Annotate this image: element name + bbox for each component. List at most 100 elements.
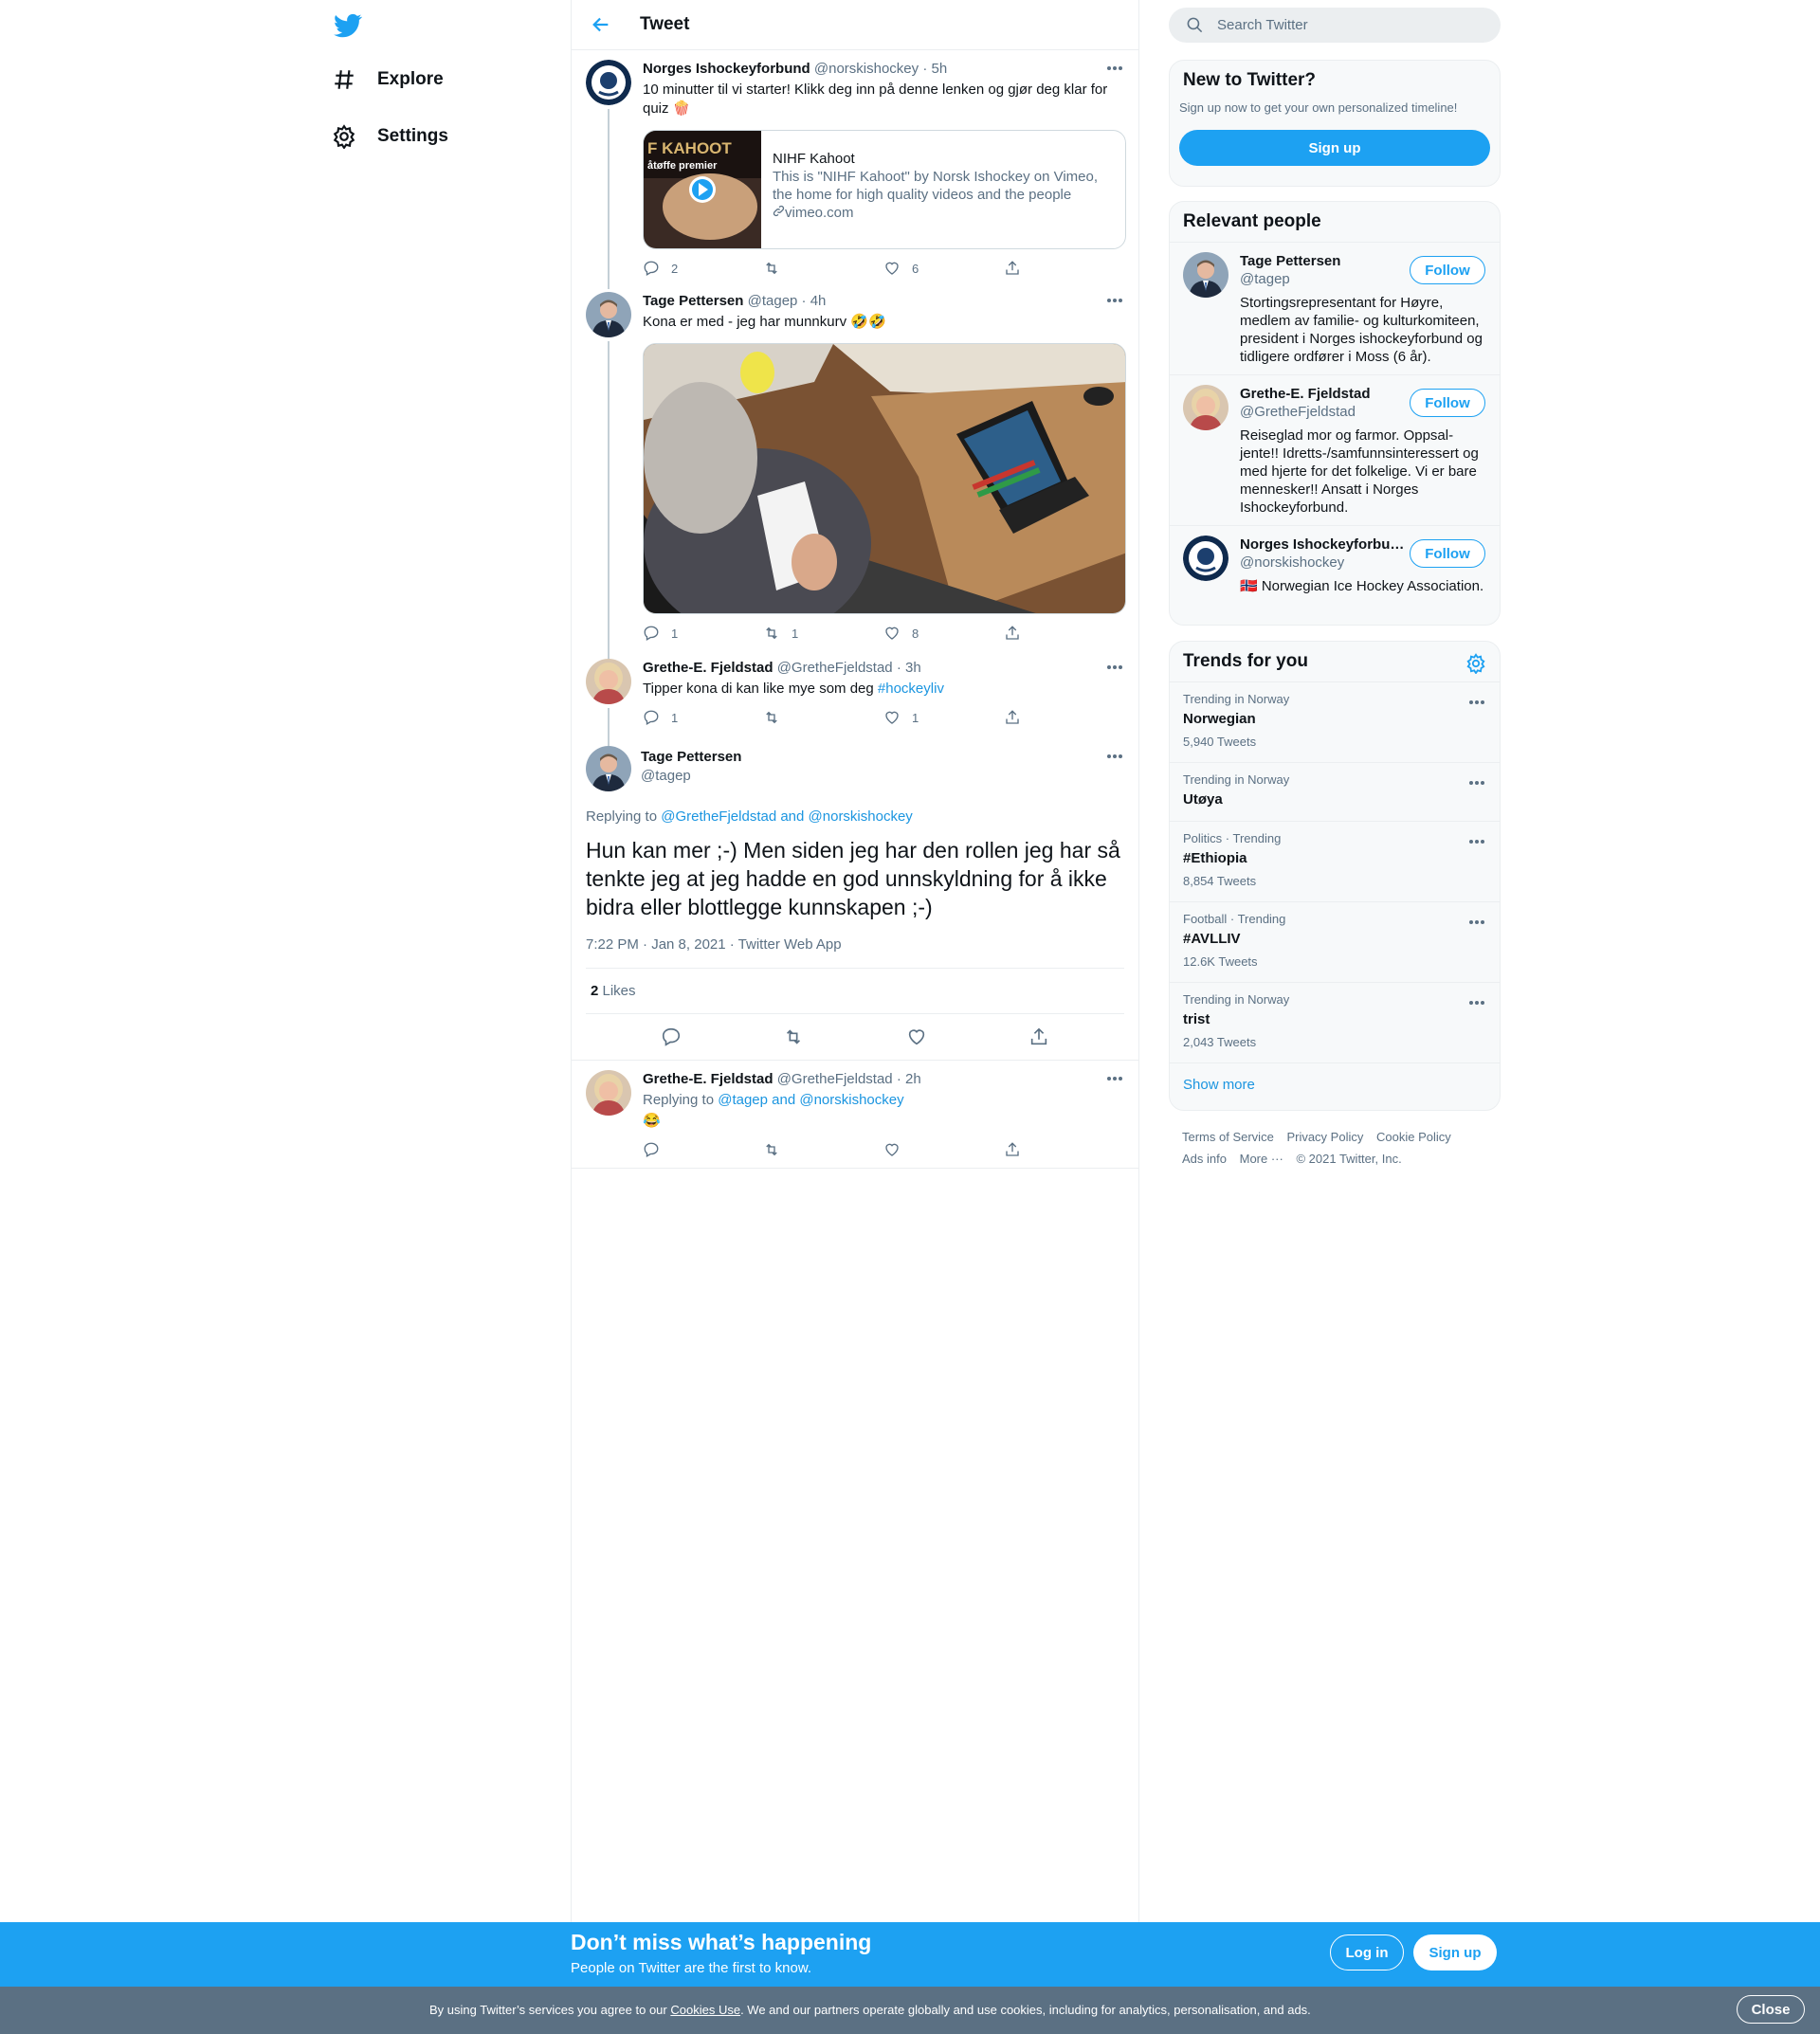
person-name[interactable]: Norges Ishockeyforbund — [1240, 536, 1406, 554]
trend-item[interactable]: Trending in Norway trist 2,043 Tweets — [1170, 982, 1500, 1062]
avatar[interactable] — [586, 1070, 631, 1116]
trend-name: #Ethiopia — [1183, 850, 1247, 866]
like-button[interactable]: 1 — [883, 708, 1004, 727]
follow-button[interactable]: Follow — [1410, 539, 1485, 568]
avatar[interactable] — [586, 659, 631, 704]
avatar[interactable] — [586, 292, 631, 337]
person-name[interactable]: Grethe-E. Fjeldstad — [1240, 385, 1406, 403]
trend-item[interactable]: Trending in Norway Utøya — [1170, 762, 1500, 821]
more-options-icon[interactable] — [1467, 835, 1486, 848]
person-card[interactable]: Norges Ishockeyforbund @norskishockey 🇳🇴… — [1170, 525, 1500, 624]
retweet-button[interactable] — [763, 708, 883, 727]
cookie-notice: By using Twitter’s services you agree to… — [0, 1987, 1820, 2034]
person-name[interactable]: Tage Pettersen — [1240, 252, 1406, 270]
more-options-icon[interactable] — [1105, 294, 1124, 307]
login-button[interactable]: Log in — [1330, 1934, 1404, 1970]
more-options-icon[interactable] — [1105, 661, 1124, 674]
nav-explore[interactable]: Explore — [332, 59, 444, 100]
author-handle[interactable]: @GretheFjeldstad — [777, 1071, 893, 1087]
author-handle[interactable]: @tagep — [641, 767, 741, 786]
tweet-time[interactable]: 4h — [810, 293, 827, 309]
more-options-icon[interactable] — [1105, 750, 1124, 763]
likes-summary[interactable]: 2 Likes — [586, 969, 1124, 1014]
person-card[interactable]: Grethe-E. Fjeldstad @GretheFjeldstad Rei… — [1170, 374, 1500, 525]
tweet-timestamp[interactable]: 7:22 PM · Jan 8, 2021 · Twitter Web App — [586, 936, 1124, 969]
thumb-subtitle: åtøffe premier — [647, 160, 718, 172]
more-options-icon[interactable] — [1467, 916, 1486, 929]
retweet-icon[interactable] — [783, 1026, 804, 1047]
cookies-use-link[interactable]: Cookies Use — [670, 2003, 740, 2017]
share-button[interactable] — [1004, 624, 1124, 643]
like-button[interactable]: 6 — [883, 259, 1004, 278]
heart-icon[interactable] — [906, 1026, 927, 1047]
avatar[interactable] — [1183, 252, 1228, 298]
more-options-icon[interactable] — [1105, 62, 1124, 75]
thread-tweet[interactable]: Norges Ishockeyforbund @norskishockey · … — [572, 50, 1138, 289]
like-count: 6 — [912, 261, 919, 276]
reply-button[interactable]: 1 — [643, 708, 763, 727]
footer-terms[interactable]: Terms of Service — [1182, 1130, 1274, 1144]
avatar[interactable] — [586, 60, 631, 105]
back-arrow-icon[interactable] — [591, 14, 611, 35]
cookie-close-button[interactable]: Close — [1737, 1995, 1805, 2024]
author-handle[interactable]: @GretheFjeldstad — [777, 660, 893, 676]
replying-to-links[interactable]: @GretheFjeldstad and @norskishockey — [661, 808, 913, 825]
thread-tweet[interactable]: Grethe-E. Fjeldstad @GretheFjeldstad · 3… — [572, 649, 1138, 746]
retweet-button[interactable]: 1 — [763, 624, 883, 643]
tweet-time[interactable]: 5h — [932, 61, 948, 77]
share-icon[interactable] — [1028, 1026, 1049, 1047]
person-card[interactable]: Tage Pettersen @tagep Stortingsrepresent… — [1170, 242, 1500, 374]
footer-privacy[interactable]: Privacy Policy — [1286, 1130, 1363, 1144]
author-name[interactable]: Grethe-E. Fjeldstad — [643, 660, 774, 676]
author-name[interactable]: Norges Ishockeyforbund — [643, 61, 810, 77]
share-button[interactable] — [1004, 708, 1124, 727]
reply-icon[interactable] — [661, 1026, 682, 1047]
more-options-icon[interactable] — [1105, 1072, 1124, 1085]
tweet-time[interactable]: 2h — [905, 1071, 921, 1087]
avatar[interactable] — [1183, 536, 1228, 581]
show-more-link[interactable]: Show more — [1170, 1062, 1500, 1106]
nav-settings[interactable]: Settings — [332, 116, 448, 157]
footer-cookie[interactable]: Cookie Policy — [1376, 1130, 1451, 1144]
author-handle[interactable]: @tagep — [748, 293, 798, 309]
avatar[interactable] — [586, 746, 631, 791]
tweet-photo[interactable] — [643, 343, 1126, 614]
twitter-logo-icon[interactable] — [332, 11, 364, 40]
card-title: NIHF Kahoot — [773, 151, 855, 167]
follow-button[interactable]: Follow — [1410, 389, 1485, 417]
trend-item[interactable]: Football · Trending #AVLLIV 12.6K Tweets — [1170, 901, 1500, 982]
tweet-time[interactable]: 3h — [905, 660, 921, 676]
trend-item[interactable]: Politics · Trending #Ethiopia 8,854 Twee… — [1170, 821, 1500, 901]
more-options-icon[interactable] — [1467, 996, 1486, 1009]
author-name[interactable]: Tage Pettersen — [643, 293, 743, 309]
more-options-icon[interactable] — [1467, 696, 1486, 709]
footer-more[interactable]: More ··· — [1240, 1152, 1283, 1166]
link-card[interactable]: F KAHOOT åtøffe premier NIHF Kahoot This… — [643, 130, 1126, 249]
reply-tweet[interactable]: Grethe-E. Fjeldstad @GretheFjeldstad · 2… — [572, 1061, 1138, 1169]
footer-ads-info[interactable]: Ads info — [1182, 1152, 1227, 1166]
search-input[interactable]: Search Twitter — [1169, 8, 1501, 43]
replying-to-links[interactable]: @tagep and @norskishockey — [718, 1092, 903, 1108]
trend-item[interactable]: Trending in Norway Norwegian 5,940 Tweet… — [1170, 681, 1500, 762]
follow-button[interactable]: Follow — [1410, 256, 1485, 284]
like-button[interactable]: 8 — [883, 624, 1004, 643]
reply-icon — [644, 710, 659, 725]
reply-button[interactable]: 2 — [643, 259, 763, 278]
author-handle[interactable]: @norskishockey — [814, 61, 919, 77]
signup-button[interactable]: Sign up — [1179, 130, 1490, 166]
reply-button[interactable]: 1 — [643, 624, 763, 643]
share-button[interactable] — [1004, 259, 1124, 278]
retweet-button[interactable] — [763, 1140, 883, 1159]
retweet-button[interactable] — [763, 259, 883, 278]
hashtag-link[interactable]: #hockeyliv — [878, 681, 944, 697]
like-button[interactable] — [883, 1140, 1004, 1159]
share-button[interactable] — [1004, 1140, 1124, 1159]
trends-settings-gear-icon[interactable] — [1465, 653, 1486, 674]
thread-tweet[interactable]: Tage Pettersen @tagep · 4h Kona er med -… — [572, 282, 1138, 659]
reply-button[interactable] — [643, 1140, 763, 1159]
more-options-icon[interactable] — [1467, 776, 1486, 790]
banner-signup-button[interactable]: Sign up — [1413, 1934, 1497, 1970]
author-name[interactable]: Tage Pettersen — [641, 748, 741, 767]
avatar[interactable] — [1183, 385, 1228, 430]
author-name[interactable]: Grethe-E. Fjeldstad — [643, 1071, 774, 1087]
